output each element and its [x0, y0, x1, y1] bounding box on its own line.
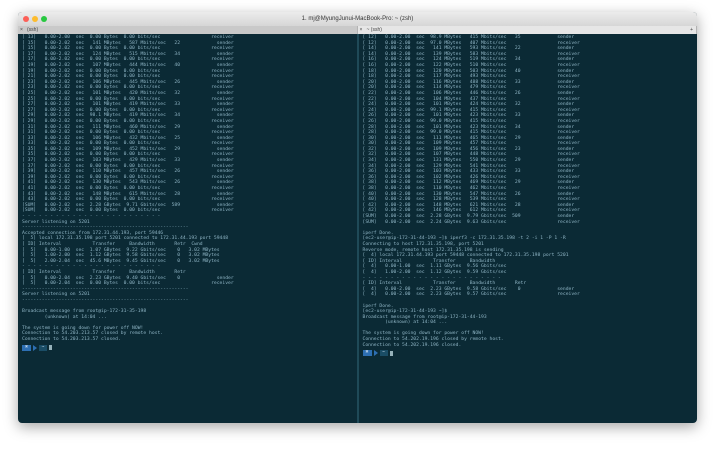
zoom-window-button[interactable] — [41, 16, 47, 22]
prompt-cwd: ~ — [379, 350, 388, 357]
traffic-lights — [23, 16, 47, 22]
right-terminal-pane[interactable]: [ 12] 0.00-2.00 sec 98.9 MBytes 415 Mbit… — [359, 34, 698, 423]
new-tab-button[interactable]: + — [690, 26, 693, 34]
close-window-button[interactable] — [23, 16, 29, 22]
terminal-output: [ 13] 0.00-2.00 sec 0.00 Bytes 0.00 bits… — [22, 35, 353, 343]
shell-prompt: ⌘ ~ — [22, 344, 353, 351]
tab-bar: × (ssh) × ~ (ssh) + — [18, 26, 697, 34]
minimize-window-button[interactable] — [32, 16, 38, 22]
text-cursor[interactable] — [389, 350, 393, 356]
close-tab-icon[interactable]: × — [360, 26, 363, 34]
tab-label: ~ (ssh) — [366, 27, 382, 33]
apple-icon: ⌘ — [22, 344, 31, 351]
window-title: 1. mj@MyungJunui-MacBook-Pro: ~ (zsh) — [301, 16, 414, 22]
tab-ssh-1[interactable]: × (ssh) — [18, 26, 358, 34]
terminal-line: Connection to 54.203.213.57 closed. — [22, 337, 121, 343]
text-cursor[interactable] — [49, 345, 52, 351]
left-terminal-pane[interactable]: [ 13] 0.00-2.00 sec 0.00 Bytes 0.00 bits… — [18, 34, 359, 423]
apple-icon: ⌘ — [362, 350, 372, 357]
title-bar[interactable]: 1. mj@MyungJunui-MacBook-Pro: ~ (zsh) — [18, 12, 697, 26]
close-tab-icon[interactable]: × — [20, 26, 23, 34]
shell-prompt: ⌘ ~ — [362, 350, 694, 357]
terminal-output: [ 12] 0.00-2.00 sec 98.9 MBytes 415 Mbit… — [363, 35, 694, 348]
prompt-arrow-icon — [373, 350, 378, 357]
terminal-window: 1. mj@MyungJunui-MacBook-Pro: ~ (zsh) × … — [18, 12, 697, 423]
terminal-line: Connection to 54.202.19.196 closed. — [362, 342, 462, 348]
prompt-arrow-icon — [33, 344, 37, 351]
prompt-cwd: ~ — [39, 344, 47, 351]
tab-label: (ssh) — [27, 27, 39, 33]
split-panes: [ 13] 0.00-2.00 sec 0.00 Bytes 0.00 bits… — [18, 34, 697, 423]
tab-ssh-2[interactable]: × ~ (ssh) + — [357, 26, 697, 34]
